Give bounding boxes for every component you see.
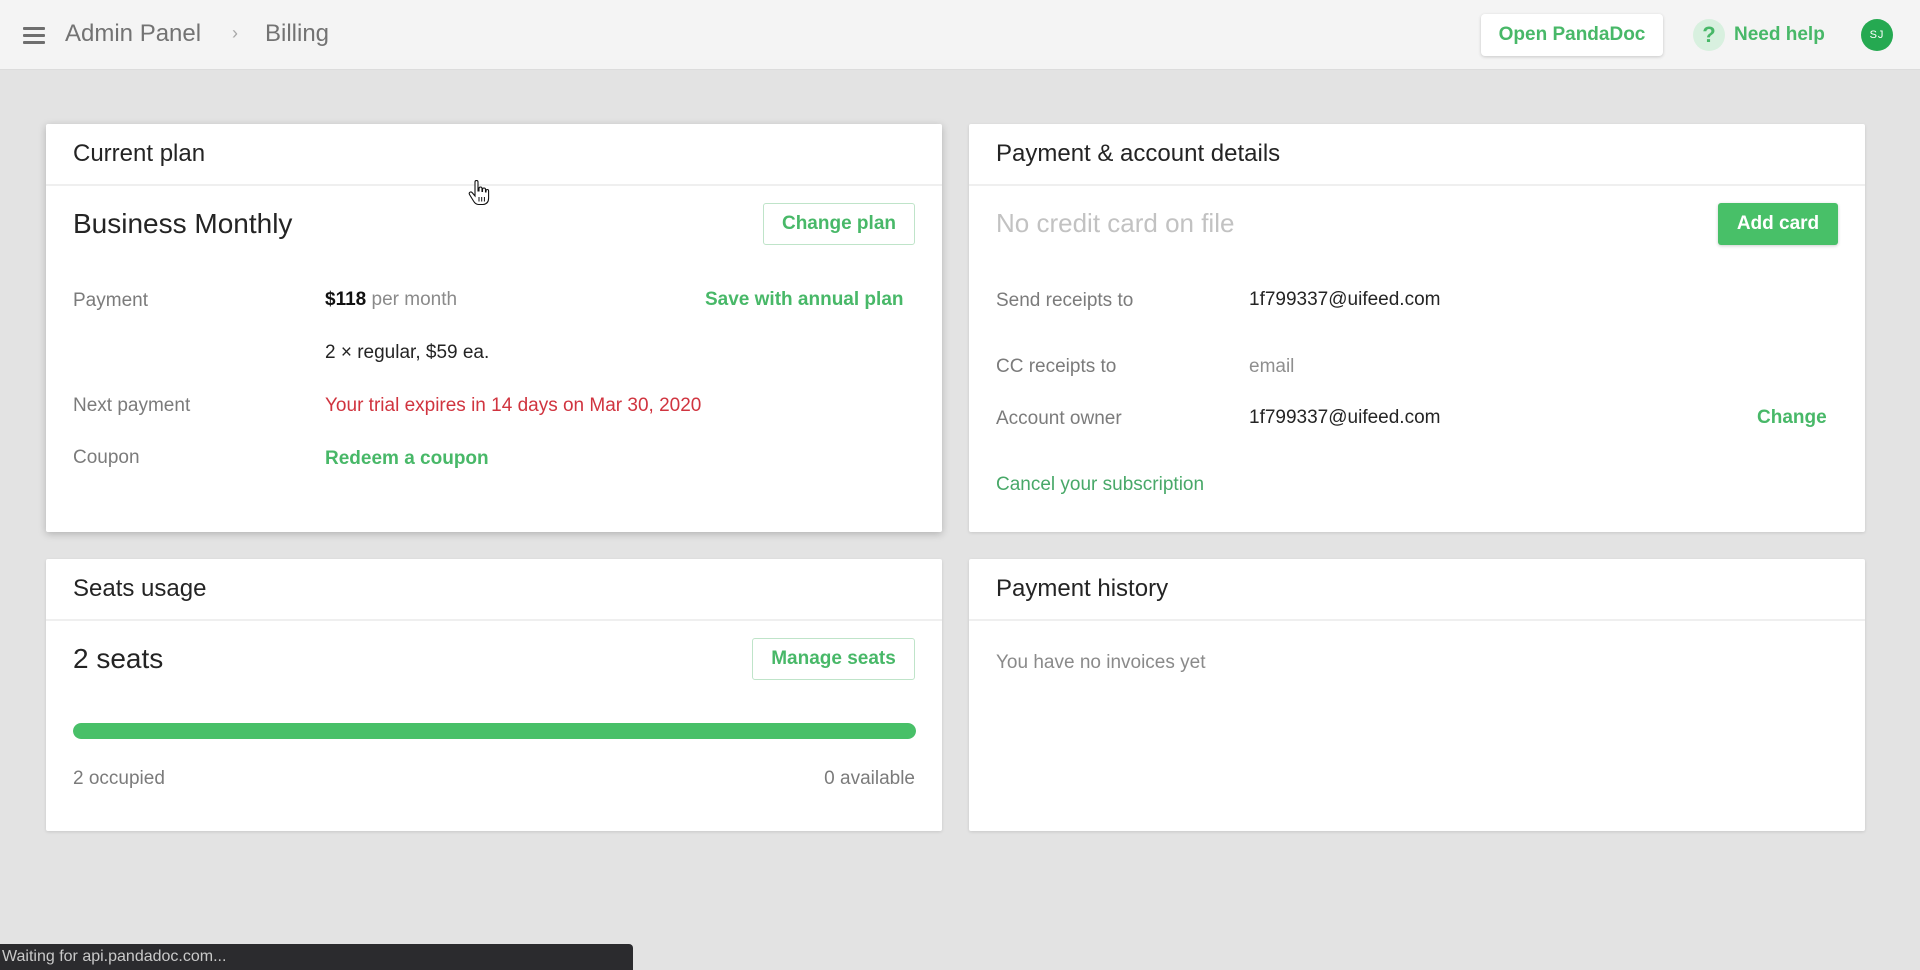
change-plan-button[interactable]: Change plan	[763, 203, 915, 245]
seats-total: 2 seats	[73, 643, 164, 674]
question-mark-icon: ?	[1693, 19, 1725, 51]
payment-breakdown: 2 × regular, $59 ea.	[325, 342, 490, 363]
payment-label: Payment	[73, 290, 148, 311]
coupon-label: Coupon	[73, 447, 140, 468]
plan-name: Business Monthly	[73, 208, 293, 239]
trial-expiry-notice: Your trial expires in 14 days on Mar 30,…	[325, 395, 702, 416]
cc-receipts-label: CC receipts to	[996, 356, 1117, 377]
manage-seats-button[interactable]: Manage seats	[752, 638, 915, 680]
payment-history-card: Payment history You have no invoices yet	[969, 559, 1865, 831]
seats-occupied: 2 occupied	[73, 768, 165, 789]
need-help-label: Need help	[1734, 24, 1825, 45]
seats-progress-bar	[73, 723, 916, 739]
seats-usage-card: Seats usage 2 seats Manage seats 2 occup…	[46, 559, 942, 831]
avatar[interactable]: SJ	[1861, 19, 1893, 51]
hamburger-menu-icon[interactable]	[23, 27, 45, 44]
send-receipts-label: Send receipts to	[996, 290, 1134, 311]
top-bar: Admin Panel › Billing Open PandaDoc ? Ne…	[0, 0, 1920, 70]
browser-status-bar: Waiting for api.pandadoc.com...	[0, 944, 633, 970]
payment-history-title: Payment history	[969, 559, 1865, 621]
account-owner-email: 1f799337@uifeed.com	[1249, 407, 1441, 428]
send-receipts-email: 1f799337@uifeed.com	[1249, 289, 1441, 310]
payment-period: per month	[371, 289, 458, 310]
breadcrumb-separator-icon: ›	[232, 23, 238, 43]
current-plan-card: Current plan Business Monthly Change pla…	[46, 124, 942, 532]
no-credit-card-text: No credit card on file	[996, 208, 1235, 238]
account-owner-label: Account owner	[996, 408, 1122, 429]
cc-receipts-input[interactable]: email	[1249, 356, 1294, 378]
hand-pointer-cursor-icon	[468, 180, 490, 206]
need-help-button[interactable]: ? Need help	[1693, 18, 1825, 52]
no-invoices-text: You have no invoices yet	[996, 652, 1206, 673]
redeem-coupon-link[interactable]: Redeem a coupon	[325, 448, 489, 470]
payment-amount: $118	[325, 289, 367, 310]
payment-value: $118 per month	[325, 289, 457, 311]
breadcrumb-admin-panel[interactable]: Admin Panel	[65, 20, 201, 48]
seats-available: 0 available	[824, 768, 915, 789]
current-plan-title: Current plan	[46, 124, 942, 186]
next-payment-label: Next payment	[73, 395, 191, 416]
account-details-card: Payment & account details No credit card…	[969, 124, 1865, 532]
add-card-button[interactable]: Add card	[1718, 203, 1838, 245]
cancel-subscription-link[interactable]: Cancel your subscription	[996, 474, 1204, 496]
breadcrumb-billing: Billing	[265, 20, 330, 47]
save-with-annual-plan-link[interactable]: Save with annual plan	[705, 289, 904, 311]
change-owner-link[interactable]: Change	[1757, 407, 1827, 429]
seats-progress-fill	[73, 723, 916, 739]
seats-usage-title: Seats usage	[46, 559, 942, 621]
open-pandadoc-button[interactable]: Open PandaDoc	[1481, 14, 1663, 56]
account-details-title: Payment & account details	[969, 124, 1865, 186]
